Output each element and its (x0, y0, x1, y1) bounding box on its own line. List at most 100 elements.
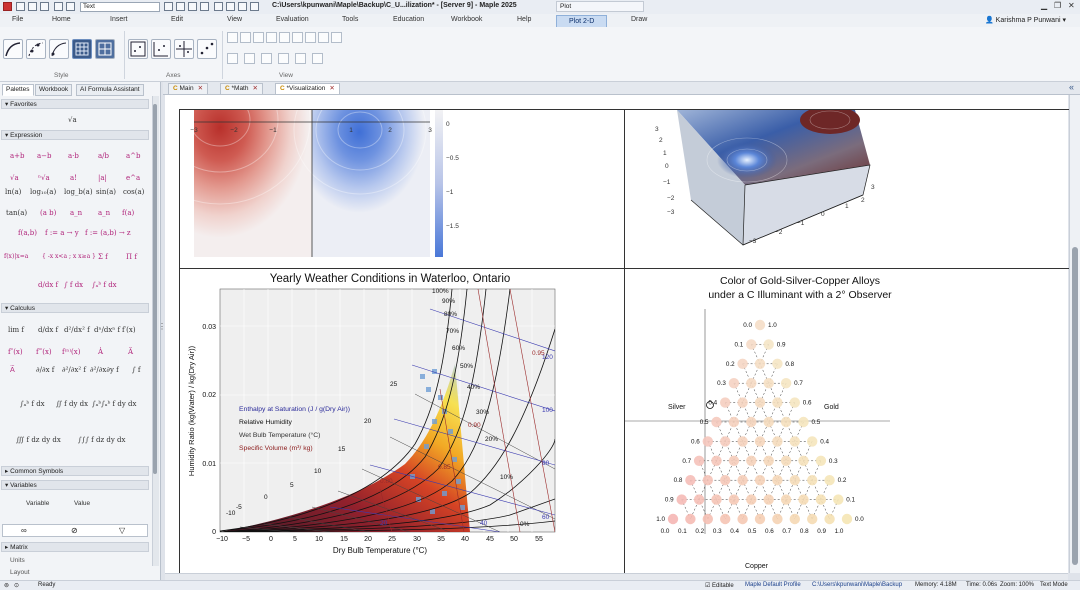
axes-normal-button[interactable] (174, 39, 194, 59)
tab-evaluation[interactable]: Evaluation (276, 16, 309, 23)
document-scroll-thumb[interactable] (1072, 247, 1078, 565)
new-file-icon[interactable] (16, 2, 25, 11)
zoom-out-plot-icon[interactable] (279, 32, 290, 43)
palette-item[interactable]: { -x x<a ; x x≥a } (42, 253, 96, 260)
filter-icon[interactable]: ▽ (119, 526, 125, 535)
palette-item[interactable]: a! (70, 174, 77, 182)
axes-frame-button[interactable] (151, 39, 171, 59)
palette-item[interactable]: ∂²/∂x∂y f (90, 366, 119, 374)
path-link[interactable]: C:\Users\kpunwani\Maple\Backup (812, 582, 902, 588)
palette-item[interactable]: ∭ f dz dy dx (16, 436, 61, 444)
doc-tab-math[interactable]: C *Math ✕ (220, 83, 263, 95)
execute-icon[interactable] (188, 2, 197, 11)
palette-item[interactable]: f⁽ⁿ⁾(x) (62, 348, 80, 356)
editable-checkbox[interactable]: ☑ Editable (705, 582, 734, 589)
zoom-in-icon[interactable] (214, 2, 223, 11)
palette-item[interactable]: lim f (8, 326, 24, 334)
palette-item[interactable]: a+b (10, 152, 25, 160)
close-tab-icon[interactable]: ✕ (198, 85, 203, 92)
gridlines-major-icon[interactable] (295, 53, 306, 64)
palette-item[interactable]: a_n (98, 209, 110, 217)
link-icon[interactable] (244, 53, 255, 64)
palette-item[interactable]: (a b) (40, 209, 56, 217)
scale-x-icon[interactable] (292, 32, 303, 43)
palette-item[interactable]: sin(a) (96, 188, 116, 196)
log-scale-icon[interactable] (261, 53, 272, 64)
zoom-fit-icon[interactable] (238, 2, 247, 11)
restore-icon[interactable]: ❐ (1054, 1, 1061, 10)
palette-item[interactable]: d/dx f (38, 281, 58, 289)
tab-workbook-panel[interactable]: Workbook (35, 84, 73, 96)
legend-icon[interactable] (312, 53, 323, 64)
palette-item[interactable]: ∫ f dx (64, 281, 83, 289)
scale-xy-icon[interactable] (318, 32, 329, 43)
palette-item[interactable]: f″(x) (8, 348, 23, 356)
profile-link[interactable]: Maple Default Profile (745, 582, 801, 588)
palette-item[interactable]: f‴(x) (36, 348, 52, 356)
tab-insert[interactable]: Insert (110, 16, 128, 23)
move-icon[interactable] (240, 32, 251, 43)
tab-home[interactable]: Home (52, 16, 71, 23)
stop-icon[interactable] (200, 2, 209, 11)
style-select[interactable]: Text (80, 2, 160, 12)
palette-item[interactable]: ∂/∂x f (36, 366, 54, 374)
tab-palettes[interactable]: Palettes (2, 84, 34, 96)
palette-item[interactable]: ∬ f dy dx (56, 400, 88, 408)
palette-item[interactable]: ∫ₐᵇ f dx (92, 281, 117, 289)
section-calculus[interactable]: ▾ Calculus (1, 303, 149, 313)
palette-item[interactable]: tan(a) (6, 209, 27, 217)
close-icon[interactable]: ✕ (1068, 1, 1075, 10)
rotate-icon[interactable] (331, 32, 342, 43)
tab-help[interactable]: Help (517, 16, 531, 23)
palette-item[interactable]: Ä (128, 348, 133, 356)
palette-item[interactable]: a/b (98, 152, 109, 160)
tab-education[interactable]: Education (393, 16, 424, 23)
line-style-button[interactable] (3, 39, 23, 59)
psychrometric-chart[interactable]: Yearly Weather Conditions in Waterloo, O… (180, 269, 608, 571)
variables-column-variable[interactable]: Variable (26, 500, 49, 507)
grid-lines-icon[interactable] (278, 53, 289, 64)
help-icon[interactable] (250, 2, 259, 11)
palette-item[interactable]: |a| (98, 174, 107, 182)
zoom-region-icon[interactable] (253, 32, 264, 43)
doc-tab-main[interactable]: C Main ✕ (168, 83, 209, 95)
palette-item[interactable]: f := (a,b) → z (85, 229, 131, 237)
surface-plot-3d[interactable]: 3 2 1 0 −1 −2 −3 3 2 1 0 −1 −2 −3 (625, 110, 1053, 267)
pan-icon[interactable] (227, 32, 238, 43)
palette-item[interactable]: a−b (37, 152, 52, 160)
link-variables-icon[interactable]: ∞ (21, 526, 27, 535)
palette-item[interactable]: a_n (70, 209, 82, 217)
section-favorites[interactable]: ▾ Favorites (1, 99, 149, 109)
bold-icon[interactable] (176, 2, 185, 11)
palette-item[interactable]: Σ f (98, 253, 108, 261)
undo-icon[interactable] (54, 2, 63, 11)
palette-item[interactable]: Π f (126, 253, 137, 261)
section-expression[interactable]: ▾ Expression (1, 130, 149, 140)
toggle-icon[interactable]: ⊙ (14, 582, 19, 589)
close-tab-icon[interactable]: ✕ (329, 85, 334, 92)
point-probe-icon[interactable] (227, 53, 238, 64)
palette-item[interactable]: ∫∫∫ f dz dy dx (78, 436, 125, 444)
patch-style-button[interactable] (72, 39, 92, 59)
mode-readout[interactable]: Text Mode (1040, 582, 1068, 588)
palette-item[interactable]: cos(a) (123, 188, 144, 196)
hide-variables-icon[interactable]: ⊘ (71, 526, 78, 535)
tab-tools[interactable]: Tools (342, 16, 358, 23)
document-area[interactable]: −3 −2 −1 1 2 3 0 −0.5 −1 −1.5 3 2 1 0 −1… (165, 95, 1069, 580)
tab-file[interactable]: File (12, 16, 23, 23)
save-icon[interactable] (40, 2, 49, 11)
palette-item[interactable]: ln(a) (5, 188, 21, 196)
user-account[interactable]: 👤 Karishma P Punwani ▾ (985, 16, 1066, 24)
section-units-label[interactable]: Units (10, 557, 25, 564)
wireframe-style-button[interactable] (95, 39, 115, 59)
redo-icon[interactable] (66, 2, 75, 11)
palette-item[interactable]: √a (10, 174, 19, 182)
palette-item[interactable]: ∫ₐᵇ f dx (20, 400, 45, 408)
palette-item[interactable]: f′(x) (122, 326, 136, 334)
tab-plot-2d[interactable]: Plot 2-D (556, 15, 608, 27)
open-file-icon[interactable] (28, 2, 37, 11)
minimize-icon[interactable]: ▁ (1041, 1, 1047, 10)
tab-ai-formula-assistant[interactable]: AI Formula Assistant (76, 84, 144, 96)
tab-view[interactable]: View (227, 16, 242, 23)
variables-column-value[interactable]: Value (74, 500, 90, 507)
